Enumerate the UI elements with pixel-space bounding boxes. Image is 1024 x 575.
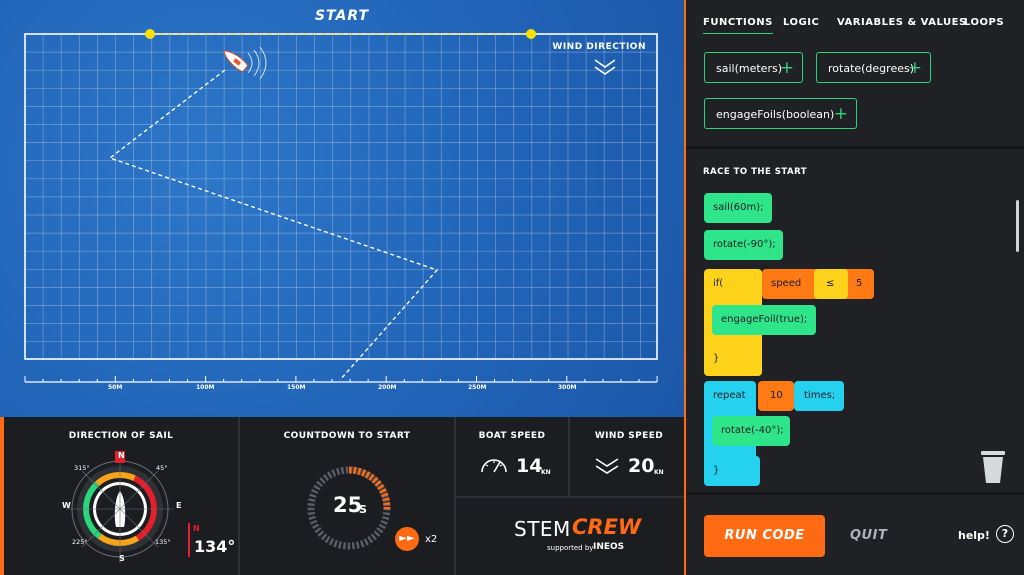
tab-logic[interactable]: LOGIC: [783, 17, 819, 28]
scale-label-50: 50M: [108, 384, 123, 391]
condition-var: speed: [771, 278, 802, 289]
repeat-keyword: repeat: [713, 390, 746, 401]
help-icon[interactable]: ?: [996, 525, 1014, 543]
compass-s: S: [119, 554, 125, 563]
function-rotate-block[interactable]: rotate(degrees) +: [816, 52, 931, 83]
heading-value: 134°: [194, 537, 236, 556]
tab-loops[interactable]: LOOPS: [964, 17, 1004, 28]
compass-135: 135°: [155, 538, 171, 546]
scale-label-200: 200M: [378, 384, 397, 391]
compass-w: W: [62, 501, 71, 510]
scale-label-250: 250M: [468, 384, 487, 391]
wind-speed-title: WIND SPEED: [594, 431, 664, 441]
start-buoy-right: [526, 29, 536, 39]
function-label: engageFoils(boolean): [716, 108, 835, 121]
speedometer-icon: [481, 459, 507, 473]
wind-speed-value: 20: [628, 455, 655, 477]
if-close-brace: }: [713, 353, 720, 364]
countdown-title: COUNTDOWN TO START: [283, 431, 411, 441]
code-panel: FUNCTIONS LOGIC VARIABLES & VALUES LOOPS…: [684, 0, 1024, 575]
condition-operator[interactable]: ≤: [814, 269, 848, 299]
code-block-sail[interactable]: sail(60m);: [704, 193, 772, 223]
program-title: RACE TO THE START: [703, 167, 808, 177]
function-label: sail(meters): [716, 62, 782, 75]
tab-variables-values[interactable]: VARIABLES & VALUES: [837, 17, 967, 28]
if-keyword: if(: [713, 278, 724, 289]
boat-speed-unit: KN: [541, 469, 551, 476]
code-block-rotate-loop[interactable]: rotate(-40°);: [712, 416, 790, 446]
wind-chevron-icon: [595, 458, 619, 474]
dashboard: DIRECTION OF SAIL N E S W 315° 45° 225° …: [0, 417, 684, 575]
plus-icon: +: [833, 104, 848, 124]
code-block-repeat-close[interactable]: }: [704, 456, 760, 486]
repeat-count[interactable]: 10: [758, 381, 794, 411]
tab-functions[interactable]: FUNCTIONS: [703, 17, 773, 34]
countdown-unit: S: [359, 503, 367, 516]
compass-n: N: [118, 451, 125, 460]
wind-direction-label: WIND DIRECTION: [552, 42, 646, 52]
countdown-value: 25: [333, 493, 363, 517]
start-buoy-left: [145, 29, 155, 39]
boat-speed-value: 14: [516, 455, 543, 477]
brand-crew: CREW: [572, 515, 642, 539]
compass-45: 45°: [156, 464, 168, 472]
fast-forward-icon: ►►: [399, 533, 415, 544]
race-map: START WIND DIRECTION 50M 100M 150M 200M …: [0, 0, 684, 417]
start-title: START: [314, 8, 370, 24]
compass-315: 315°: [74, 464, 90, 472]
wind-speed-unit: KN: [654, 469, 664, 476]
scale-label-150: 150M: [287, 384, 306, 391]
code-block-engagefoil[interactable]: engageFoil(true);: [712, 305, 816, 335]
panel-divider: [686, 146, 1024, 149]
speed-multiplier: x2: [425, 534, 438, 545]
scale-label-300: 300M: [558, 384, 577, 391]
code-block-rotate[interactable]: rotate(-90°);: [704, 230, 783, 260]
boat-path: [108, 69, 439, 381]
trash-icon[interactable]: [978, 448, 1008, 486]
dash-divider: [454, 496, 684, 498]
help-link[interactable]: help!: [958, 529, 990, 542]
boat-speed-title: BOAT SPEED: [478, 431, 546, 441]
fast-forward-button[interactable]: ►►: [395, 527, 419, 551]
brand-stem: STEM: [514, 517, 571, 541]
course-boundary: [24, 33, 658, 360]
direction-of-sail-title: DIRECTION OF SAIL: [68, 431, 174, 441]
brand-supported: supported by: [547, 544, 594, 552]
boat-icon: [223, 50, 249, 73]
compass-e: E: [176, 501, 182, 510]
scale-label-100: 100M: [196, 384, 215, 391]
run-code-button[interactable]: RUN CODE: [704, 515, 825, 557]
wind-direction-icon: [594, 59, 616, 75]
heading-marker: [188, 523, 190, 557]
function-engagefoils-block[interactable]: engageFoils(boolean) +: [704, 98, 857, 129]
quit-button[interactable]: QUIT: [850, 528, 887, 543]
panel-divider: [686, 492, 1024, 495]
code-scrollbar[interactable]: [1016, 200, 1019, 252]
code-block-if-close[interactable]: }: [704, 343, 761, 375]
compass-225: 225°: [72, 538, 88, 546]
plus-icon: +: [779, 58, 794, 78]
brand-sponsor: INEOS: [593, 542, 625, 552]
plus-icon: +: [907, 58, 922, 78]
map-grid: [24, 29, 658, 383]
function-label: rotate(degrees): [828, 62, 915, 75]
repeat-times-label: times;: [794, 381, 844, 411]
function-sail-block[interactable]: sail(meters) +: [704, 52, 803, 83]
dash-divider: [568, 417, 570, 496]
condition-value[interactable]: 5: [848, 269, 874, 299]
heading-direction: N: [193, 524, 200, 533]
